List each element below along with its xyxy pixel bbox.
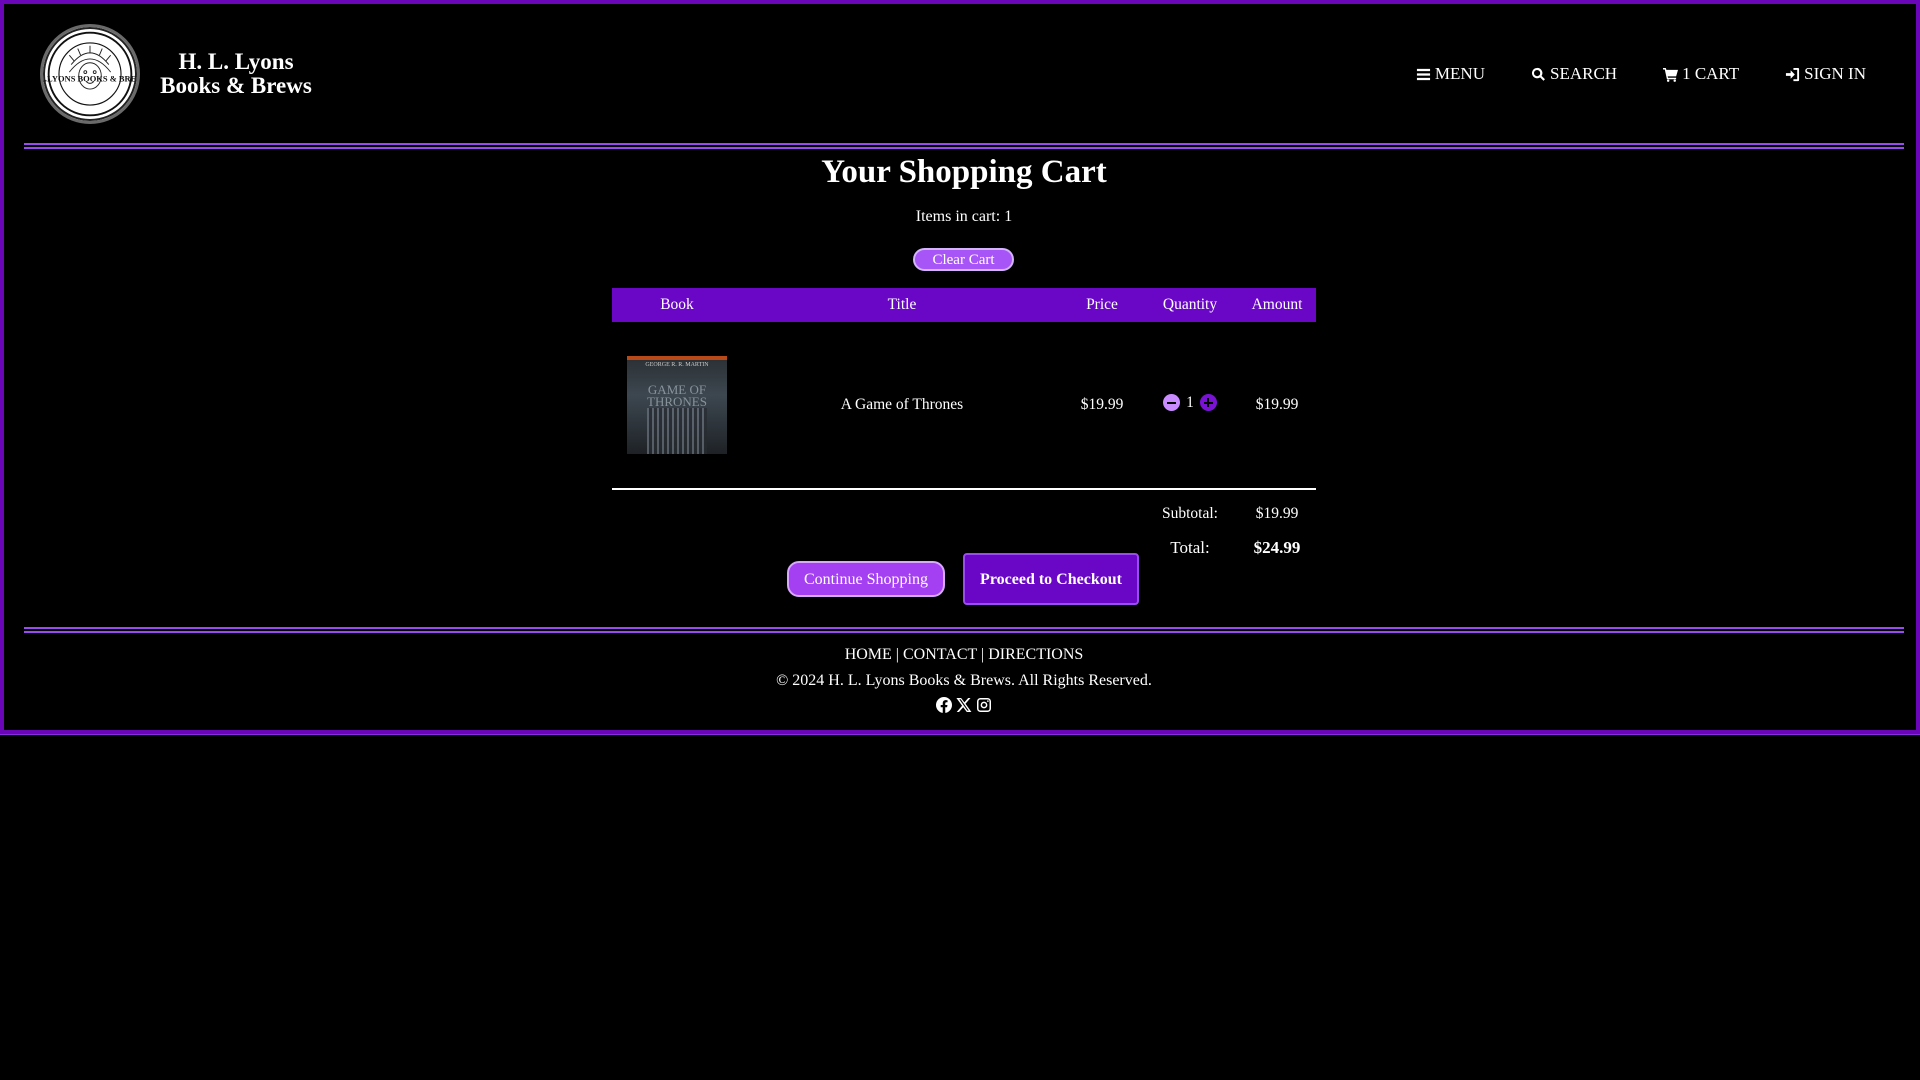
subtotal-label: Subtotal:	[1162, 505, 1218, 522]
quantity-value: 1	[1186, 393, 1194, 411]
nav-menu[interactable]: MENU	[1416, 64, 1485, 84]
footer-link-directions[interactable]: DIRECTIONS	[988, 646, 1083, 663]
col-quantity: Quantity	[1142, 288, 1238, 322]
brand-name[interactable]: H. L. Lyons Books & Brews	[152, 50, 320, 98]
clear-cart-button[interactable]: Clear Cart	[913, 248, 1014, 271]
col-price: Price	[1062, 288, 1142, 322]
cover-author: GEORGE R. R. MARTIN	[645, 362, 709, 368]
table-row: GEORGE R. R. MARTIN GAME OF THRONES A Ga…	[612, 322, 1316, 490]
copyright: © 2024 H. L. Lyons Books & Brews. All Ri…	[776, 672, 1152, 689]
subtotal-row: Subtotal: $19.99	[612, 489, 1316, 530]
col-amount: Amount	[1238, 288, 1316, 322]
col-book: Book	[612, 288, 742, 322]
cover-title: GAME OF THRONES	[647, 382, 707, 409]
footer-separator: |	[980, 646, 985, 663]
nav-search-label: SEARCH	[1549, 64, 1618, 83]
book-amount: $19.99	[1238, 322, 1316, 490]
page-title: Your Shopping Cart	[821, 154, 1107, 190]
book-title: A Game of Thrones	[742, 322, 1062, 490]
book-price: $19.99	[1062, 322, 1142, 490]
continue-shopping-button[interactable]: Continue Shopping	[787, 561, 945, 597]
total-label: Total:	[1170, 538, 1210, 557]
book-cover-image[interactable]: GEORGE R. R. MARTIN GAME OF THRONES	[627, 356, 727, 454]
hamburger-icon	[1416, 68, 1430, 80]
col-title: Title	[742, 288, 1062, 322]
footer-link-contact[interactable]: CONTACT	[903, 646, 977, 663]
main-nav: MENU SEARCH 1 CART SIGN IN	[1416, 64, 1866, 84]
site-header: H.L.LYONS BOOKS & BREWS H. L. Lyons Book…	[4, 4, 1916, 144]
checkout-button[interactable]: Proceed to Checkout	[963, 553, 1139, 605]
increase-quantity-icon[interactable]	[1199, 394, 1217, 412]
facebook-icon[interactable]	[936, 697, 952, 713]
x-icon[interactable]	[956, 697, 972, 713]
social-links	[4, 697, 1920, 713]
footer-separator: |	[895, 646, 899, 663]
header-divider	[24, 143, 1904, 149]
search-icon	[1531, 67, 1545, 81]
nav-cart[interactable]: 1 CART	[1663, 64, 1739, 84]
cart-table-header: Book Title Price Quantity Amount	[612, 288, 1316, 322]
total-value: $24.99	[1253, 538, 1301, 557]
subtotal-value: $19.99	[1255, 505, 1299, 522]
decrease-quantity-icon[interactable]	[1163, 394, 1181, 412]
brand-line1: H. L. Lyons	[178, 49, 294, 74]
quantity-cell: 1	[1142, 322, 1238, 490]
lion-seal-logo[interactable]: H.L.LYONS BOOKS & BREWS	[40, 24, 140, 124]
footer-nav: HOME | CONTACT | DIRECTIONS	[4, 646, 1920, 664]
nav-cart-label: 1 CART	[1682, 64, 1740, 83]
items-count: Items in cart: 1	[915, 208, 1013, 225]
footer-divider	[24, 627, 1904, 633]
nav-search[interactable]: SEARCH	[1531, 64, 1617, 84]
instagram-icon[interactable]	[976, 697, 992, 713]
cart-icon	[1663, 67, 1679, 82]
lion-logo-icon: H.L.LYONS BOOKS & BREWS	[43, 31, 137, 117]
cover-throne-art	[647, 408, 707, 454]
brand-line2: Books & Brews	[160, 73, 312, 98]
page-frame: H.L.LYONS BOOKS & BREWS H. L. Lyons Book…	[0, 0, 1920, 735]
quantity-stepper: 1	[1163, 394, 1217, 412]
nav-sign-in[interactable]: SIGN IN	[1785, 64, 1866, 84]
sign-in-icon	[1786, 67, 1800, 81]
book-cell: GEORGE R. R. MARTIN GAME OF THRONES	[612, 322, 742, 490]
cover-band	[627, 356, 727, 360]
footer-link-home[interactable]: HOME	[845, 646, 892, 663]
nav-sign-in-label: SIGN IN	[1804, 64, 1866, 83]
logo-wordmark: H.L.LYONS BOOKS & BREWS	[43, 74, 137, 84]
nav-menu-label: MENU	[1434, 64, 1485, 83]
cart-table: Book Title Price Quantity Amount GEORGE …	[612, 288, 1316, 566]
